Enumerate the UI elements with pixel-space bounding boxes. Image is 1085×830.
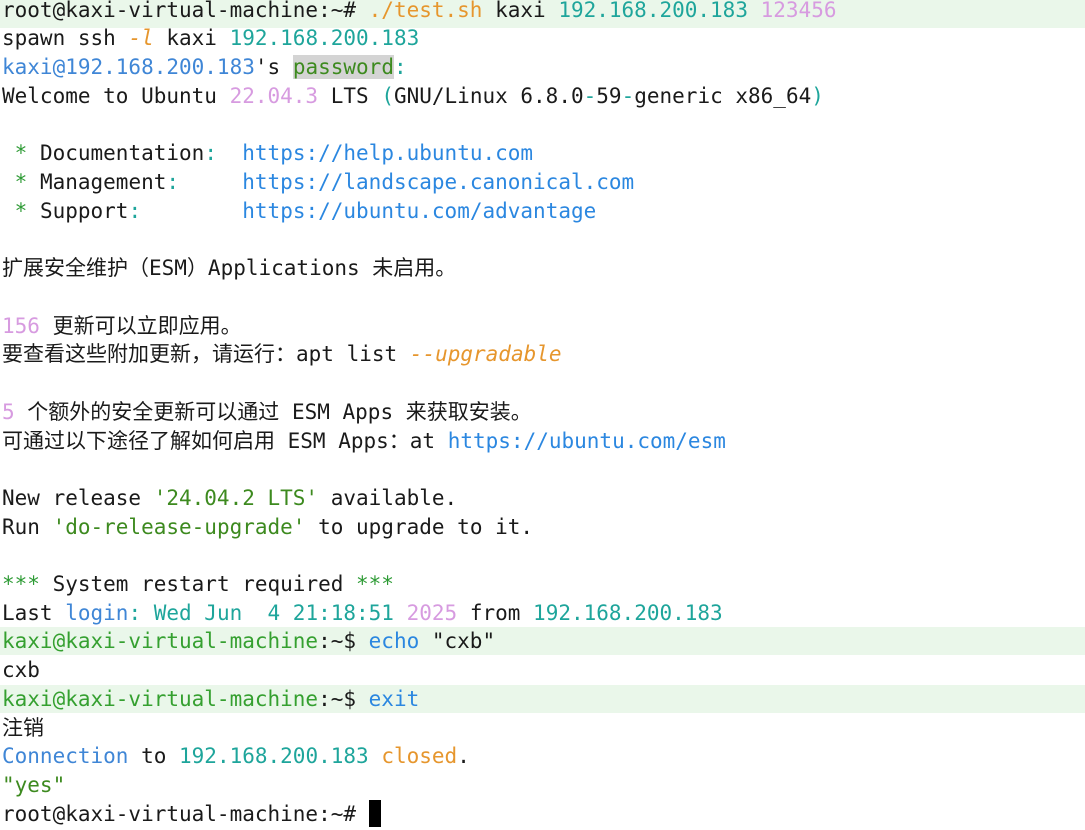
remote-prompt: kaxi@kaxi-virtual-machine — [2, 687, 319, 711]
terminal-line-echo-output: cxb — [2, 658, 40, 682]
ssh-target: kaxi@192.168.200.183 — [2, 55, 255, 79]
terminal-line-last-login: Last login: Wed Jun 4 21:18:51 2025 from… — [2, 601, 723, 625]
terminal-line-esm-link: 可通过以下途径了解如何启用 ESM Apps：at https://ubuntu… — [2, 429, 726, 453]
terminal-line-management: * Management: https://landscape.canonica… — [2, 170, 635, 194]
terminal-line-apt-hint: 要查看这些附加更新，请运行：apt list --upgradable — [2, 342, 562, 366]
terminal-line-support: * Support: https://ubuntu.com/advantage — [2, 199, 597, 223]
terminal-line-esm-status: 扩展安全维护（ESM）Applications 未启用。 — [2, 256, 457, 280]
terminal-line-echo-command: kaxi@kaxi-virtual-machine:~$ echo "cxb" — [2, 629, 496, 653]
terminal-line-password-prompt: kaxi@192.168.200.183's password: — [2, 55, 407, 79]
password-word: password — [292, 55, 394, 79]
command-arg-password: 123456 — [760, 0, 837, 22]
link-support[interactable]: https://ubuntu.com/advantage — [242, 199, 596, 223]
shell-prompt: root@kaxi-virtual-machine:~# — [2, 802, 369, 826]
terminal-line-docs: * Documentation: https://help.ubuntu.com — [2, 141, 534, 165]
terminal-line-connection-closed: Connection to 192.168.200.183 closed. — [2, 744, 470, 768]
terminal-line-exit-command: kaxi@kaxi-virtual-machine:~$ exit — [2, 687, 420, 711]
command-script: ./test.sh — [368, 0, 483, 22]
command-arg-ip: 192.168.200.183 — [558, 0, 748, 22]
terminal-line-command: root@kaxi-virtual-machine:~# ./test.sh k… — [2, 0, 836, 25]
ssh-flag: -l — [128, 26, 154, 50]
terminal-line-welcome: Welcome to Ubuntu 22.04.3 LTS (GNU/Linux… — [2, 84, 824, 108]
terminal-line-spawn: spawn ssh -l kaxi 192.168.200.183 — [2, 26, 420, 50]
ssh-host-ip: 192.168.200.183 — [229, 26, 420, 50]
terminal-line-yes: "yes" — [2, 773, 66, 797]
link-management[interactable]: https://landscape.canonical.com — [242, 170, 634, 194]
terminal-window[interactable]: root@kaxi-virtual-machine:~# ./test.sh k… — [0, 0, 1085, 830]
text-cursor[interactable] — [368, 800, 381, 827]
terminal-line-upgrade-hint: Run 'do-release-upgrade' to upgrade to i… — [2, 515, 534, 539]
command-arg-user: kaxi — [482, 0, 559, 22]
link-documentation[interactable]: https://help.ubuntu.com — [242, 141, 533, 165]
terminal-line-updates-count: 156 更新可以立即应用。 — [2, 314, 242, 338]
terminal-line-new-release: New release '24.04.2 LTS' available. — [2, 486, 458, 510]
link-esm[interactable]: https://ubuntu.com/esm — [448, 429, 726, 453]
terminal-line-current-prompt[interactable]: root@kaxi-virtual-machine:~# — [2, 800, 381, 829]
remote-prompt: kaxi@kaxi-virtual-machine — [2, 629, 319, 653]
shell-prompt: root@kaxi-virtual-machine:~# — [2, 0, 369, 22]
terminal-line-esm-updates: 5 个额外的安全更新可以通过 ESM Apps 来获取安装。 — [2, 400, 532, 424]
terminal-line-logout: 注销 — [2, 716, 44, 740]
update-count: 156 — [2, 314, 40, 338]
terminal-line-restart: *** System restart required *** — [2, 572, 394, 596]
